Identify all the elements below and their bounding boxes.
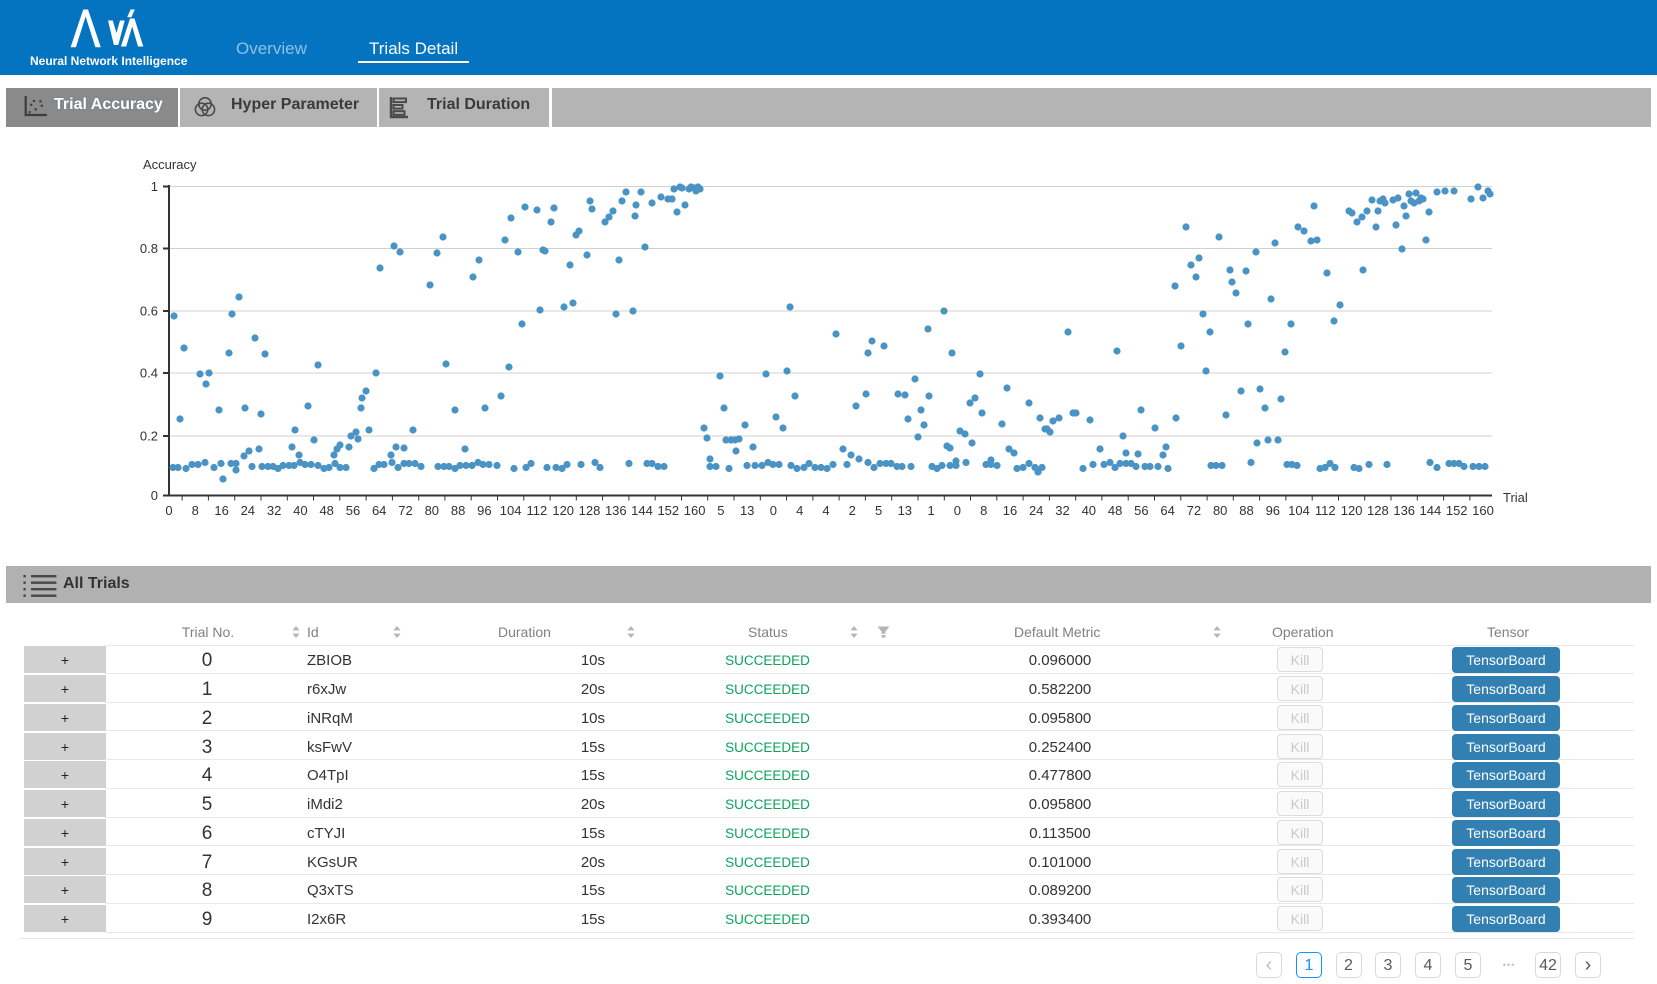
svg-text:96: 96 <box>477 503 491 518</box>
svg-text:16: 16 <box>214 503 228 518</box>
svg-text:2: 2 <box>849 503 856 518</box>
svg-text:16: 16 <box>1003 503 1017 518</box>
svg-text:8: 8 <box>980 503 987 518</box>
svg-text:32: 32 <box>1055 503 1069 518</box>
svg-text:64: 64 <box>1160 503 1174 518</box>
svg-text:24: 24 <box>1029 503 1043 518</box>
svg-text:13: 13 <box>898 503 912 518</box>
svg-text:1: 1 <box>151 179 158 194</box>
svg-text:32: 32 <box>267 503 281 518</box>
svg-text:80: 80 <box>1213 503 1227 518</box>
svg-text:144: 144 <box>1420 503 1442 518</box>
svg-text:136: 136 <box>1393 503 1415 518</box>
svg-text:72: 72 <box>1187 503 1201 518</box>
svg-text:160: 160 <box>684 503 706 518</box>
svg-text:96: 96 <box>1266 503 1280 518</box>
svg-text:0.4: 0.4 <box>140 366 158 381</box>
svg-text:40: 40 <box>293 503 307 518</box>
svg-text:64: 64 <box>372 503 386 518</box>
svg-text:136: 136 <box>605 503 627 518</box>
svg-text:104: 104 <box>1288 503 1310 518</box>
svg-text:1: 1 <box>927 503 934 518</box>
svg-text:120: 120 <box>1341 503 1363 518</box>
svg-text:56: 56 <box>346 503 360 518</box>
svg-text:Accuracy: Accuracy <box>143 157 197 172</box>
svg-text:5: 5 <box>717 503 724 518</box>
svg-text:112: 112 <box>527 503 548 518</box>
svg-text:0: 0 <box>151 488 158 503</box>
svg-text:4: 4 <box>796 503 803 518</box>
svg-text:160: 160 <box>1472 503 1494 518</box>
svg-text:24: 24 <box>241 503 255 518</box>
svg-text:5: 5 <box>875 503 882 518</box>
svg-text:88: 88 <box>451 503 465 518</box>
svg-text:48: 48 <box>319 503 333 518</box>
svg-text:0.6: 0.6 <box>140 304 158 319</box>
svg-text:144: 144 <box>631 503 653 518</box>
svg-text:0.8: 0.8 <box>140 241 158 256</box>
svg-text:40: 40 <box>1082 503 1096 518</box>
svg-text:48: 48 <box>1108 503 1122 518</box>
svg-text:152: 152 <box>1446 503 1468 518</box>
svg-text:80: 80 <box>425 503 439 518</box>
svg-text:112: 112 <box>1315 503 1336 518</box>
svg-text:Trial: Trial <box>1503 490 1528 505</box>
svg-text:120: 120 <box>552 503 574 518</box>
svg-text:0.2: 0.2 <box>140 429 158 444</box>
svg-text:104: 104 <box>500 503 522 518</box>
svg-text:152: 152 <box>657 503 679 518</box>
svg-text:8: 8 <box>192 503 199 518</box>
svg-text:72: 72 <box>398 503 412 518</box>
svg-text:88: 88 <box>1239 503 1253 518</box>
svg-text:128: 128 <box>1367 503 1389 518</box>
svg-text:4: 4 <box>822 503 829 518</box>
svg-text:56: 56 <box>1134 503 1148 518</box>
svg-text:0: 0 <box>770 503 777 518</box>
svg-text:128: 128 <box>579 503 601 518</box>
svg-text:0: 0 <box>954 503 961 518</box>
svg-text:13: 13 <box>740 503 754 518</box>
svg-text:0: 0 <box>165 503 172 518</box>
